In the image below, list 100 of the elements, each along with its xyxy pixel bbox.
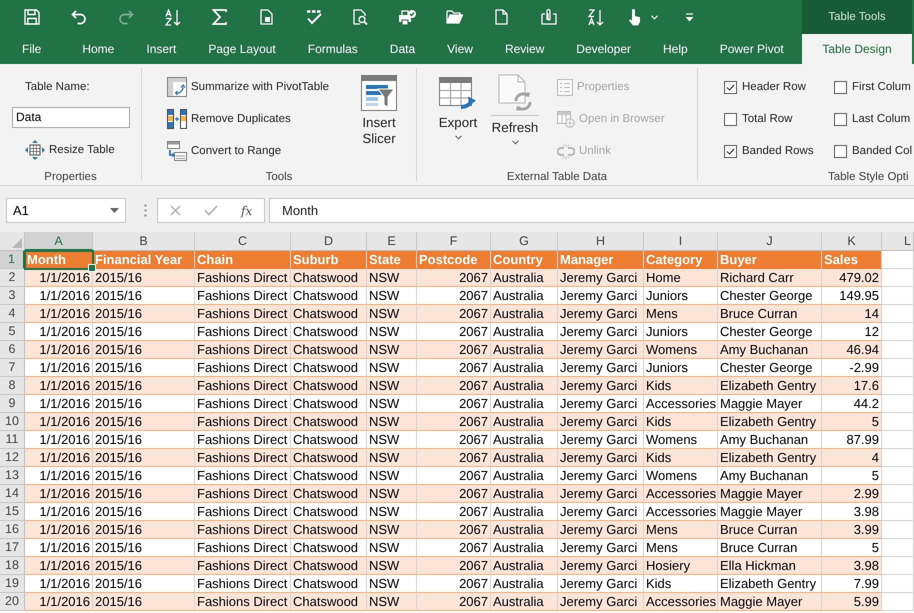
row-header[interactable]: 15	[0, 503, 25, 521]
table-cell: 87.99	[822, 431, 882, 449]
vertical-dots-icon[interactable]	[144, 204, 147, 217]
customize-menu-icon[interactable]	[685, 12, 694, 22]
column-header[interactable]: J	[718, 232, 822, 251]
ribbon-tab[interactable]: Formulas	[292, 34, 374, 64]
row-header[interactable]: 8	[0, 377, 25, 395]
refresh-button[interactable]: Refresh	[490, 64, 540, 145]
row-header[interactable]: 17	[0, 539, 25, 557]
table-cell: Mens	[644, 521, 718, 539]
column-header[interactable]: A	[25, 232, 93, 251]
column-header[interactable]: D	[291, 232, 367, 251]
checkbox-icon[interactable]	[834, 80, 847, 94]
ribbon-button[interactable]: Convert to Range	[167, 140, 355, 162]
sigma-icon[interactable]	[212, 9, 227, 25]
save-icon[interactable]	[24, 9, 40, 25]
table-name-field[interactable]: Data	[12, 107, 130, 128]
table-cell: 2015/16	[93, 575, 195, 593]
ribbon-button[interactable]: Remove Duplicates	[167, 108, 355, 130]
checkbox-icon[interactable]	[834, 112, 847, 126]
table-cell: Jeremy Garci	[558, 287, 644, 305]
table-cell: 2.99	[822, 485, 882, 503]
fill-handle-icon[interactable]	[88, 264, 96, 272]
insert-function-button[interactable]: fx	[241, 204, 252, 218]
sort-descending-icon[interactable]	[588, 8, 604, 26]
row-header[interactable]: 16	[0, 521, 25, 539]
group-label: Table Style Opti	[827, 170, 909, 185]
paper-clip-icon[interactable]	[540, 9, 556, 25]
table-cell: Kids	[644, 449, 718, 467]
ribbon-tab[interactable]: Table Design	[802, 34, 912, 64]
ribbon-tab[interactable]: Power Pivot	[704, 34, 800, 64]
table-cell: NSW	[367, 521, 417, 539]
checkbox-option[interactable]: Total Row	[724, 108, 834, 130]
row-header[interactable]: 11	[0, 431, 25, 449]
column-header[interactable]: E	[367, 232, 417, 251]
checkbox-icon[interactable]	[724, 80, 737, 94]
table-header-cell: Buyer	[718, 251, 822, 269]
caret-icon[interactable]	[110, 208, 119, 213]
column-header[interactable]: C	[195, 232, 291, 251]
table-cell: Australia	[491, 395, 558, 413]
checkbox-option[interactable]: Banded Col	[834, 140, 914, 162]
hand-pointer-icon[interactable]	[628, 8, 642, 26]
ribbon-tab[interactable]: Page Layout	[192, 34, 292, 64]
row-header[interactable]: 10	[0, 413, 25, 431]
row-header[interactable]: 5	[0, 323, 25, 341]
blank-page-icon[interactable]	[495, 9, 508, 25]
ribbon-tab[interactable]: Help	[647, 34, 704, 64]
ribbon-tab[interactable]: View	[431, 34, 489, 64]
column-header[interactable]: G	[491, 232, 558, 251]
ribbon-tab[interactable]: Developer	[560, 34, 647, 64]
insert-slicer-button[interactable]: Insert Slicer	[355, 64, 403, 147]
table-cell: 12	[822, 323, 882, 341]
column-header[interactable]: F	[417, 232, 491, 251]
row-header[interactable]: 20	[0, 593, 25, 611]
table-cell: NSW	[367, 287, 417, 305]
undo-icon[interactable]	[70, 10, 86, 24]
checkbox-icon[interactable]	[724, 144, 737, 158]
resize-table-button[interactable]: Resize Table	[25, 139, 115, 161]
ribbon-tab[interactable]: File	[6, 34, 58, 64]
ribbon-tab[interactable]: Review	[488, 34, 560, 64]
column-header[interactable]: H	[558, 232, 644, 251]
ribbon-button[interactable]: Summarize with PivotTable	[167, 76, 355, 98]
row-header[interactable]: 18	[0, 557, 25, 575]
ribbon-tab[interactable]: Data	[374, 34, 432, 64]
checkmark-icon[interactable]	[306, 9, 322, 25]
row-header[interactable]: 14	[0, 485, 25, 503]
checkbox-option[interactable]: First Colum	[834, 76, 914, 98]
check-icon[interactable]	[204, 205, 218, 216]
document-icon[interactable]	[260, 9, 273, 25]
row-header[interactable]: 3	[0, 287, 25, 305]
formula-bar[interactable]: Month	[269, 198, 914, 223]
column-header[interactable]: K	[822, 232, 882, 251]
checkbox-option[interactable]: Last Colum	[834, 108, 914, 130]
checkbox-icon[interactable]	[834, 144, 847, 158]
checkbox-option[interactable]: Banded Rows	[724, 140, 834, 162]
checkbox-icon[interactable]	[724, 112, 737, 126]
row-header[interactable]: 6	[0, 341, 25, 359]
row-header[interactable]: 13	[0, 467, 25, 485]
column-header[interactable]: B	[93, 232, 195, 251]
row-header[interactable]: 2	[0, 269, 25, 287]
document-search-icon[interactable]	[353, 9, 368, 25]
folder-icon[interactable]	[446, 10, 463, 24]
row-header[interactable]: 19	[0, 575, 25, 593]
row-header[interactable]: 9	[0, 395, 25, 413]
ribbon-tab[interactable]: Insert	[130, 34, 192, 64]
column-header[interactable]: L	[882, 232, 914, 251]
ribbon-tab[interactable]: Home	[66, 34, 130, 64]
row-header[interactable]: 1	[0, 251, 25, 269]
name-box[interactable]: A1	[6, 198, 126, 223]
row-header[interactable]: 7	[0, 359, 25, 377]
column-header[interactable]: I	[644, 232, 718, 251]
printer-check-icon[interactable]	[399, 9, 416, 25]
export-button[interactable]: Export	[434, 64, 482, 140]
checkbox-option[interactable]: Header Row	[724, 76, 834, 98]
sort-ascending-icon[interactable]	[164, 8, 180, 26]
table-cell: 1/1/2016	[25, 575, 93, 593]
row-header[interactable]: 4	[0, 305, 25, 323]
caret-icon[interactable]	[650, 15, 658, 20]
table-cell: 5.99	[822, 593, 882, 611]
row-header[interactable]: 12	[0, 449, 25, 467]
